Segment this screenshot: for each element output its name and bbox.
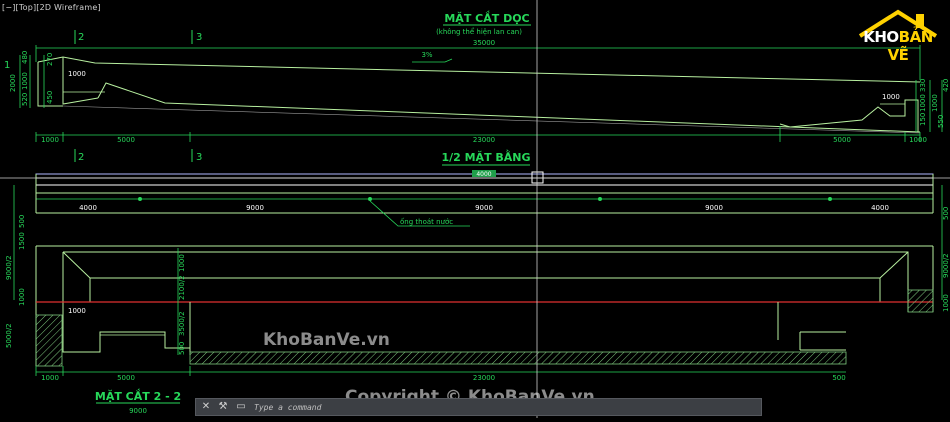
section22-bottom-dim-3: 23000 — [473, 374, 495, 382]
bottom-dim-5: 1000 — [909, 136, 927, 144]
logo-prefix: KHO — [863, 28, 899, 46]
section-marker-3: 3 — [196, 32, 202, 43]
plan-right-dim-1: 500 — [942, 207, 950, 220]
level-label: 1 — [4, 60, 10, 71]
cad-drawing-area[interactable]: MẶT CẮT DỌC (không thể hiện lan can) 350… — [0, 0, 950, 418]
plan-marker-2: 2 — [78, 152, 84, 163]
section22-inner-dim-3: 3500/2 — [178, 311, 186, 336]
plan-right-dim-2: 9000/2 — [942, 253, 950, 278]
plan-left-dim-3: 9000/2 — [5, 255, 13, 280]
section22-left-dim-1: 1000 — [18, 288, 26, 306]
section22-title: MẶT CẮT 2 - 2 — [95, 388, 181, 403]
left-dim-2: 480 — [21, 51, 29, 64]
left-dim-5: 520 — [21, 93, 29, 106]
bottom-dim-1: 1000 — [41, 136, 59, 144]
slope-label: 3% — [421, 51, 432, 59]
section-top-title: MẶT CẮT DỌC — [444, 10, 529, 25]
viewport-label[interactable]: [−][Top][2D Wireframe] — [2, 3, 101, 12]
section-marker-2: 2 — [78, 32, 84, 43]
section22-bottom-dim-2: 5000 — [117, 374, 135, 382]
section22-inner-dim-4: 500 — [178, 342, 186, 355]
right-dim-4: 1000 — [919, 94, 927, 112]
watermark-center: KhoBanVe.vn — [263, 330, 390, 350]
bottom-dim-3: 23000 — [473, 136, 495, 144]
wrench-icon[interactable]: ⚒ — [216, 400, 230, 414]
plan-dim-1: 4000 — [79, 204, 97, 212]
command-history-icon[interactable]: ▭ — [234, 400, 248, 414]
command-input[interactable] — [254, 400, 754, 414]
brand-logo: KHOBẢN VẼ — [852, 6, 944, 68]
plan-title: 1/2 MẶT BẰNG — [441, 149, 530, 164]
section22-bottom-dim-4: 500 — [832, 374, 845, 382]
section22-right-dim-1: 1000 — [942, 294, 950, 312]
left-inner-dim: 1000 — [68, 70, 86, 78]
section22-left-dim-2: 5000/2 — [5, 323, 13, 348]
left-dim-3: 270 — [46, 53, 54, 66]
right-dim-2: 420 — [942, 79, 950, 92]
cad-canvas[interactable]: MẶT CẮT DỌC (không thể hiện lan can) 350… — [0, 0, 950, 418]
section22-inner-dim-1: 1000 — [178, 254, 186, 272]
section22-inner-dim-2: 2100/2 — [178, 275, 186, 300]
half-plan: 2 3 1/2 MẶT BẰNG 4000 4000 9000 9000 900… — [5, 149, 950, 300]
right-inner-dim: 1000 — [882, 93, 900, 101]
right-dim-3: 330 — [919, 79, 927, 92]
overall-length-dim: 35000 — [473, 39, 495, 47]
left-dim-1: 2000 — [9, 74, 17, 92]
left-dim-6: 450 — [46, 91, 54, 104]
section22-bottom-dim-1: 1000 — [41, 374, 59, 382]
command-line[interactable]: ✕ ⚒ ▭ — [195, 398, 762, 416]
section22-width-dim: 9000 — [129, 407, 147, 415]
plan-tag-label: 4000 — [476, 171, 491, 178]
bottom-dim-2: 5000 — [117, 136, 135, 144]
plan-dim-3: 9000 — [475, 204, 493, 212]
section-top-subtitle: (không thể hiện lan can) — [436, 27, 522, 36]
right-dim-1: 1000 — [931, 94, 939, 112]
plan-dim-4: 9000 — [705, 204, 723, 212]
left-dim-4: 1000 — [21, 72, 29, 90]
right-dim-6: 150 — [919, 113, 927, 126]
plan-dim-2: 9000 — [246, 204, 264, 212]
bottom-dim-4: 5000 — [833, 136, 851, 144]
close-icon[interactable]: ✕ — [199, 400, 213, 414]
right-dim-5: 550 — [937, 115, 945, 128]
drain-label: ống thoát nước — [400, 218, 453, 226]
plan-marker-3: 3 — [196, 152, 202, 163]
plan-left-dim-1: 500 — [18, 215, 26, 228]
plan-left-dim-2: 1500 — [18, 232, 26, 250]
section22-inner-label: 1000 — [68, 307, 86, 315]
plan-dim-5: 4000 — [871, 204, 889, 212]
longitudinal-section: MẶT CẮT DỌC (không thể hiện lan can) 350… — [4, 10, 950, 144]
